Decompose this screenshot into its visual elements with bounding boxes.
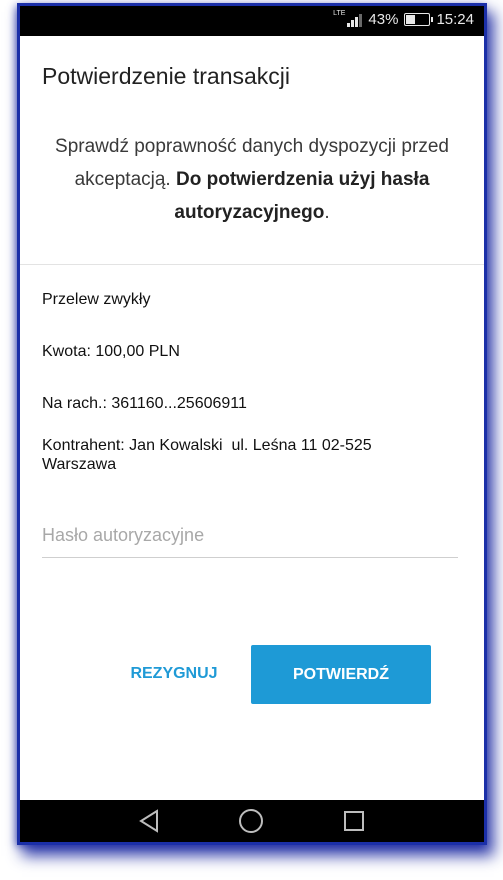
navigation-bar [20, 800, 484, 842]
home-circle-icon[interactable] [231, 806, 271, 836]
recents-square-icon[interactable] [334, 806, 374, 836]
confirm-button[interactable]: POTWIERDŹ [251, 645, 431, 704]
recipient-account: Na rach.: 361160...25606911 [42, 395, 247, 412]
notice-end: . [324, 202, 330, 223]
transfer-amount: Kwota: 100,00 PLN [42, 343, 180, 360]
phone-frame: LTE 43% 15:24 Potwierdzenie transakcji S… [20, 6, 484, 842]
cancel-button[interactable]: REZYGNUJ [104, 644, 244, 704]
signal-icon [347, 13, 363, 27]
counterparty: Kontrahent: Jan Kowalski ul. Leśna 11 02… [42, 437, 377, 473]
app-bar: Potwierdzenie transakcji [20, 36, 484, 112]
clock: 15:24 [436, 11, 474, 28]
divider [20, 264, 484, 265]
back-triangle-icon[interactable] [129, 806, 169, 836]
verification-notice: Sprawdź poprawność danych dyspozycji prz… [20, 130, 484, 229]
network-type: LTE [333, 10, 346, 17]
main-content: Sprawdź poprawność danych dyspozycji prz… [20, 112, 484, 800]
page-title: Potwierdzenie transakcji [42, 63, 291, 89]
battery-icon [404, 13, 434, 26]
status-bar: LTE 43% 15:24 [20, 6, 484, 36]
transfer-type: Przelew zwykły [42, 291, 151, 308]
notice-bold-text: Do potwierdzenia użyj hasła autoryzacyjn… [174, 169, 430, 223]
battery-percent: 43% [368, 11, 399, 28]
authorization-password-input[interactable] [42, 507, 458, 558]
status-indicators: LTE 43% 15:24 [333, 10, 474, 28]
